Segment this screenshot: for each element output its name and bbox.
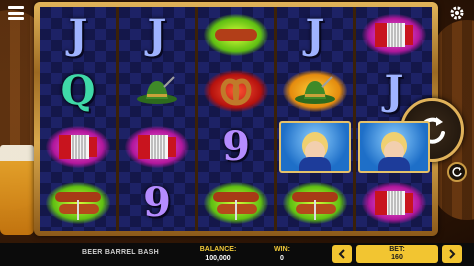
sausage-fork-icon (292, 192, 338, 220)
beer-mug-decoration (0, 145, 34, 235)
reel-2: J 9 (119, 7, 195, 231)
bet-increase-button[interactable] (442, 245, 462, 263)
tyrolean-hat-icon (295, 76, 335, 104)
hamburger-menu-icon[interactable] (8, 6, 24, 20)
symbol-hat (119, 63, 195, 119)
pretzel-icon (220, 78, 252, 106)
symbol-accordion (356, 175, 432, 231)
reel-grid: J Q J 9 9 J J (40, 7, 432, 231)
autoplay-icon (452, 167, 462, 177)
win-display: WIN: 0 (264, 245, 300, 263)
symbol-sausages (277, 175, 353, 231)
reel-frame: J Q J 9 9 J J (34, 2, 438, 236)
bet-decrease-button[interactable] (332, 245, 352, 263)
symbol-sausages (198, 175, 274, 231)
symbol-sausage (198, 7, 274, 63)
gear-icon[interactable] (448, 4, 466, 22)
symbol-j: J (68, 11, 88, 58)
balance-label: BALANCE: (199, 246, 237, 253)
symbol-pretzel (198, 63, 274, 119)
accordion-icon (375, 191, 413, 215)
symbol-q: Q (60, 67, 96, 114)
autoplay-button[interactable] (447, 162, 467, 182)
accordion-icon (138, 135, 176, 159)
bet-value: 160 (391, 254, 403, 261)
tyrolean-hat-icon (137, 76, 177, 104)
sausage-icon (215, 29, 257, 41)
symbol-accordion (40, 119, 116, 175)
waitress-portrait (279, 121, 351, 173)
symbol-accordion (356, 7, 432, 63)
symbol-hat (277, 63, 353, 119)
reel-4: J (277, 7, 353, 231)
bet-label: BET: (389, 246, 405, 253)
game-title: BEER BARREL BASH (82, 249, 160, 256)
symbol-accordion (119, 119, 195, 175)
sausage-fork-icon (213, 192, 259, 220)
win-value: 0 (280, 255, 284, 262)
symbol-j: J (147, 11, 167, 58)
symbol-waitress (277, 119, 353, 175)
accordion-icon (59, 135, 97, 159)
chevron-right-icon (449, 249, 456, 259)
win-label: WIN: (274, 246, 290, 253)
reel-1: J Q (40, 7, 116, 231)
sausage-fork-icon (55, 192, 101, 220)
symbol-sausages (40, 175, 116, 231)
game-stage: J Q J 9 9 J J BEER BARREL BASH BALANCE: … (0, 0, 474, 266)
symbol-9: 9 (222, 123, 250, 170)
chevron-left-icon (338, 249, 345, 259)
reel-3: 9 (198, 7, 274, 231)
waitress-portrait (358, 121, 430, 173)
bottom-bar: BEER BARREL BASH BALANCE: 100,000 WIN: 0… (0, 243, 474, 266)
symbol-j: J (305, 11, 325, 58)
balance-display: BALANCE: 100,000 (188, 245, 248, 263)
accordion-icon (375, 23, 413, 47)
balance-value: 100,000 (205, 255, 231, 262)
symbol-9: 9 (143, 179, 171, 226)
symbol-waitress (356, 119, 432, 175)
bet-display: BET: 160 (356, 245, 438, 263)
